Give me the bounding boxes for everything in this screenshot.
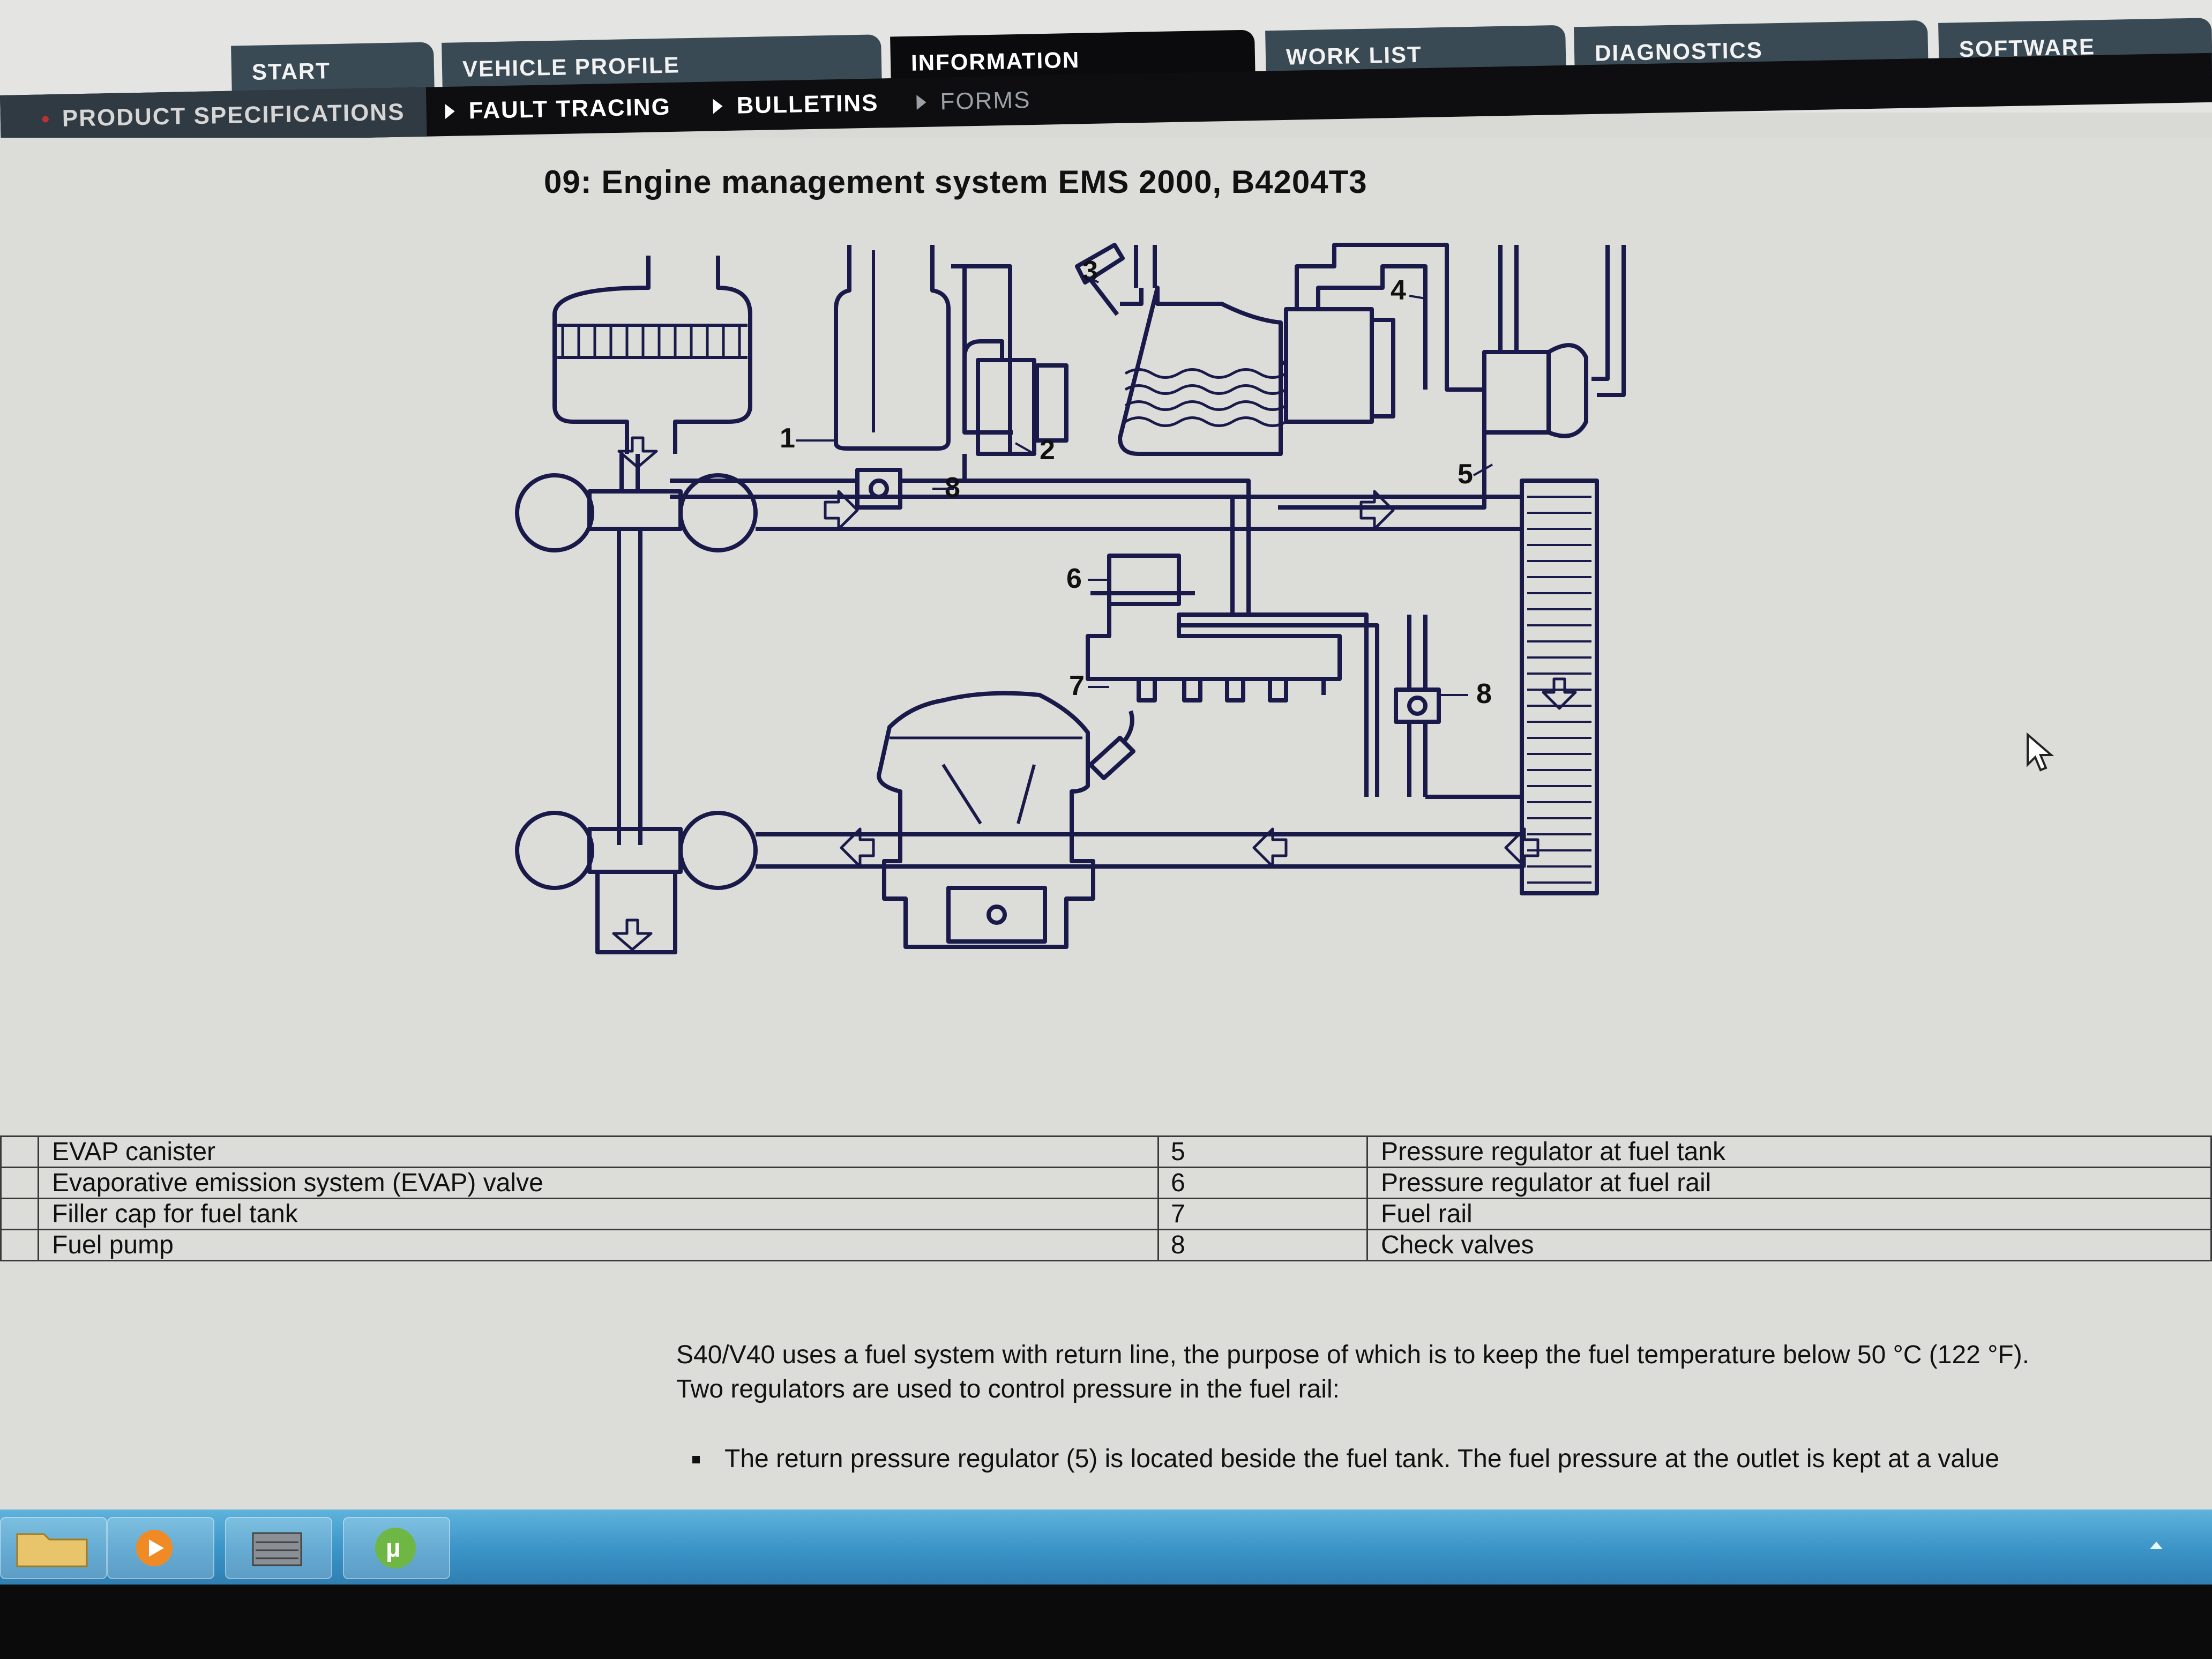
check-valve-lower	[1394, 615, 1522, 799]
description-bullet: The return pressure regulator (5) is loc…	[692, 1444, 2209, 1474]
callout-5: 5	[1458, 459, 1473, 490]
subtab-label: BULLETINS	[736, 89, 879, 119]
subtab-product-specifications[interactable]: PRODUCT SPECIFICATIONS	[0, 87, 427, 145]
legend-num	[0, 1229, 39, 1261]
legend-label: Filler cap for fuel tank	[38, 1198, 1159, 1230]
arrow-right-icon	[916, 94, 926, 110]
subtab-fault-tracing[interactable]: FAULT TRACING	[445, 83, 671, 136]
subtab-label: FAULT TRACING	[468, 93, 671, 124]
legend-label: EVAP canister	[38, 1135, 1159, 1168]
legend-label: Evaporative emission system (EVAP) valve	[38, 1167, 1159, 1199]
fuel-pump	[1281, 243, 1484, 424]
legend-label: Fuel rail	[1366, 1198, 2212, 1230]
evap-canister	[834, 245, 951, 451]
subtab-forms[interactable]: FORMS	[916, 76, 1032, 127]
taskbar-utorrent[interactable]: µ	[343, 1517, 450, 1579]
legend-num	[0, 1167, 39, 1199]
table-row: Evaporative emission system (EVAP) valve…	[0, 1167, 2212, 1199]
callout-1: 1	[780, 423, 795, 454]
arrow-right-icon	[445, 103, 455, 119]
subtab-bulletins[interactable]: BULLETINS	[713, 79, 879, 131]
intercooler	[1520, 479, 1599, 895]
legend-num: 7	[1157, 1198, 1368, 1230]
arrow-right-icon	[713, 99, 723, 114]
tray-arrow-icon[interactable]	[2150, 1542, 2163, 1549]
callout-8b: 8	[1476, 678, 1492, 709]
windows-taskbar: µ	[0, 1509, 2212, 1585]
legend-label: Pressure regulator at fuel rail	[1366, 1167, 2212, 1199]
selected-marker-icon	[42, 116, 49, 123]
legend-label: Fuel pump	[38, 1229, 1159, 1261]
utorrent-icon: µ	[375, 1528, 416, 1568]
subtab-label: FORMS	[940, 87, 1031, 115]
taskbar-media-player[interactable]	[107, 1517, 214, 1579]
callout-4: 4	[1391, 275, 1406, 306]
taskbar-file-explorer[interactable]	[0, 1517, 107, 1579]
callout-6: 6	[1066, 563, 1082, 594]
callout-2: 2	[1040, 435, 1055, 466]
legend-label: Pressure regulator at fuel tank	[1366, 1135, 2212, 1168]
table-row: Fuel pump 8 Check valves	[0, 1229, 2212, 1261]
return-pressure-regulator	[1278, 245, 1626, 510]
legend-num: 5	[1157, 1135, 1368, 1168]
page-title: 09: Engine management system EMS 2000, B…	[544, 164, 1367, 200]
legend-num: 8	[1157, 1229, 1368, 1261]
description-text: S40/V40 uses a fuel system with return l…	[676, 1338, 2209, 1407]
evap-valve	[951, 264, 1068, 456]
mouse-cursor-icon	[2027, 733, 2054, 772]
callout-7: 7	[1069, 670, 1085, 701]
legend-num	[0, 1198, 39, 1230]
description-line: Two regulators are used to control press…	[676, 1375, 1340, 1403]
monitor-bezel	[0, 1585, 2212, 1659]
content-area: 09: Engine management system EMS 2000, B…	[0, 138, 2212, 1509]
subtab-label: PRODUCT SPECIFICATIONS	[62, 99, 405, 132]
legend-num	[0, 1135, 39, 1168]
air-filter-box	[552, 256, 752, 454]
fuel-tank	[1118, 245, 1287, 456]
folder-icon	[16, 1533, 88, 1567]
media-player-icon	[136, 1530, 173, 1566]
legend-label: Check valves	[1366, 1229, 2212, 1261]
svg-text:µ: µ	[386, 1534, 401, 1563]
app-icon	[252, 1532, 302, 1566]
table-row: Filler cap for fuel tank 7 Fuel rail	[0, 1198, 2212, 1230]
fuel-system-diagram: 1 2 3 4 5 6 7 8 8	[515, 243, 1626, 954]
table-row: EVAP canister 5 Pressure regulator at fu…	[0, 1135, 2212, 1168]
taskbar-app[interactable]	[225, 1517, 332, 1579]
legend-table: EVAP canister 5 Pressure regulator at fu…	[0, 1135, 2212, 1261]
description-line: S40/V40 uses a fuel system with return l…	[676, 1341, 2030, 1369]
engine	[877, 691, 1135, 949]
legend-num: 6	[1157, 1167, 1368, 1199]
